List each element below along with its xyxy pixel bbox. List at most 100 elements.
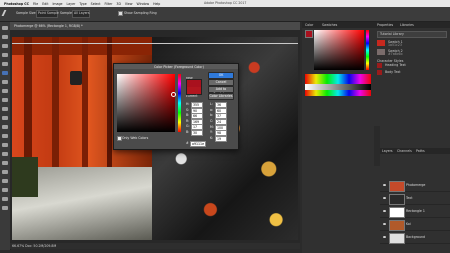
color-panel-field[interactable]	[314, 30, 364, 70]
char-style-1-icon	[377, 63, 382, 68]
show-ring-checkbox[interactable]	[118, 11, 123, 16]
layer-row[interactable]: Background	[380, 232, 450, 244]
tab-color[interactable]: Color	[305, 23, 313, 27]
eye-icon[interactable]	[383, 184, 386, 186]
menu-edit[interactable]: Edit	[42, 2, 48, 6]
menu-image[interactable]: Image	[52, 2, 62, 6]
char-style-1[interactable]: Heading Text	[385, 63, 406, 67]
layer-name: Text	[406, 196, 413, 200]
layer-name: Background	[406, 235, 426, 239]
library-swatch-1-hex: 1a51c23	[388, 43, 402, 47]
pen-tool-icon[interactable]	[2, 152, 8, 156]
blur-tool-icon[interactable]	[2, 134, 8, 138]
panel-icon-strip	[374, 126, 380, 166]
zoom-tool-icon[interactable]	[2, 197, 8, 201]
cmyk-value-input[interactable]: 19	[215, 135, 227, 142]
library-select[interactable]: Tutorial Library	[377, 31, 447, 38]
field-label: B:	[186, 129, 190, 134]
field-label: R:	[186, 118, 190, 123]
cmyk-label: K:	[210, 135, 214, 140]
menu-file[interactable]: File	[33, 2, 38, 6]
layer-row[interactable]: Rectangle 1	[380, 206, 450, 218]
status-bar: 66.67% Doc: 50.2M/209.8M	[10, 243, 300, 249]
app-menu[interactable]: Photoshop CC	[4, 2, 29, 6]
guide-line	[12, 43, 298, 44]
field-label: G:	[186, 124, 190, 128]
layer-thumbnail	[389, 220, 405, 231]
layer-thumbnail	[389, 233, 405, 244]
lab-label: a:	[210, 107, 214, 112]
type-tool-icon[interactable]	[2, 161, 8, 165]
history-tool-icon[interactable]	[2, 107, 8, 111]
library-swatch-1[interactable]	[377, 40, 385, 46]
eye-icon[interactable]	[383, 223, 386, 225]
tab-layers[interactable]: Layers	[382, 149, 393, 153]
cancel-button[interactable]: Cancel	[208, 79, 234, 86]
color-preview	[186, 79, 202, 95]
sample-select[interactable]: All Layers	[72, 10, 90, 18]
hex-label: #	[186, 141, 189, 145]
ok-button[interactable]: OK	[208, 72, 234, 79]
layer-name: Rectangle 1	[406, 209, 425, 213]
eyedropper-tool-icon[interactable]	[2, 71, 8, 75]
healing-tool-icon[interactable]	[2, 80, 8, 84]
hex-input[interactable]: a9111e	[190, 141, 206, 147]
tab-paths[interactable]: Paths	[416, 149, 425, 153]
layer-row[interactable]: Text	[380, 193, 450, 205]
brush-tool-icon[interactable]	[2, 89, 8, 93]
document-tab[interactable]: Photomerge @ 66% (Rectangle 1, RGB/8) *	[10, 22, 300, 30]
menu-3d[interactable]: 3D	[116, 2, 120, 6]
shape-tool-icon[interactable]	[2, 179, 8, 183]
clone-tool-icon[interactable]	[2, 98, 8, 102]
lasso-tool-icon[interactable]	[2, 44, 8, 48]
eye-icon[interactable]	[383, 210, 386, 212]
eraser-tool-icon[interactable]	[2, 116, 8, 120]
document-tab-title: Photomerge @ 66% (Rectangle 1, RGB/8) *	[14, 24, 83, 28]
menu-filter[interactable]: Filter	[105, 2, 113, 6]
hue-slider[interactable]	[178, 74, 181, 132]
tab-properties[interactable]: Properties	[377, 23, 393, 27]
eye-icon[interactable]	[383, 197, 386, 199]
path-select-tool-icon[interactable]	[2, 170, 8, 174]
layer-row[interactable]: Koi	[380, 219, 450, 231]
only-web-colors-label: Only Web Colors	[122, 136, 149, 140]
menu-type[interactable]: Type	[79, 2, 86, 6]
options-bar: Sample Size: Point Sample Sample: All La…	[0, 7, 450, 22]
char-style-2[interactable]: Body Text	[385, 70, 401, 74]
menu-help[interactable]: Help	[153, 2, 160, 6]
menu-select[interactable]: Select	[91, 2, 101, 6]
hand-tool-icon[interactable]	[2, 188, 8, 192]
color-field[interactable]	[117, 74, 176, 132]
lab-label: L:	[210, 102, 213, 106]
layer-row[interactable]: Photomerge	[380, 180, 450, 192]
add-to-swatches-button[interactable]: Add to Swatches	[208, 86, 234, 96]
menu-window[interactable]: Window	[136, 2, 149, 6]
marquee-tool-icon[interactable]	[2, 35, 8, 39]
foreground-swatch[interactable]	[305, 30, 313, 38]
menu-layer[interactable]: Layer	[66, 2, 75, 6]
layer-thumbnail	[389, 207, 405, 218]
tab-libraries[interactable]: Libraries	[400, 23, 414, 27]
more-tool-icon[interactable]	[2, 206, 8, 210]
tab-channels[interactable]: Channels	[397, 149, 412, 153]
library-swatch-2-hex: #7a6c6b	[388, 52, 403, 56]
move-tool-icon[interactable]	[2, 26, 8, 30]
crop-tool-icon[interactable]	[2, 62, 8, 66]
color-value-input[interactable]: 30	[191, 129, 203, 136]
eyedropper-icon[interactable]	[1, 10, 12, 16]
sample-size-select[interactable]: Point Sample	[36, 10, 59, 18]
library-swatch-2[interactable]	[377, 49, 385, 55]
menu-view[interactable]: View	[125, 2, 133, 6]
library-panel-tabs: Properties Libraries	[374, 22, 450, 28]
tab-swatches[interactable]: Swatches	[322, 23, 337, 27]
quick-select-tool-icon[interactable]	[2, 53, 8, 57]
color-field-cursor	[171, 92, 176, 97]
gradient-tool-icon[interactable]	[2, 125, 8, 129]
new-color-swatch	[187, 80, 201, 87]
field-label: S:	[186, 107, 190, 112]
color-panel-hue[interactable]	[366, 30, 369, 70]
color-libraries-button[interactable]: Color Libraries	[208, 93, 234, 100]
layers-list: Photomerge Text Rectangle 1 Koi Background	[380, 180, 450, 252]
eye-icon[interactable]	[383, 236, 386, 238]
dodge-tool-icon[interactable]	[2, 143, 8, 147]
